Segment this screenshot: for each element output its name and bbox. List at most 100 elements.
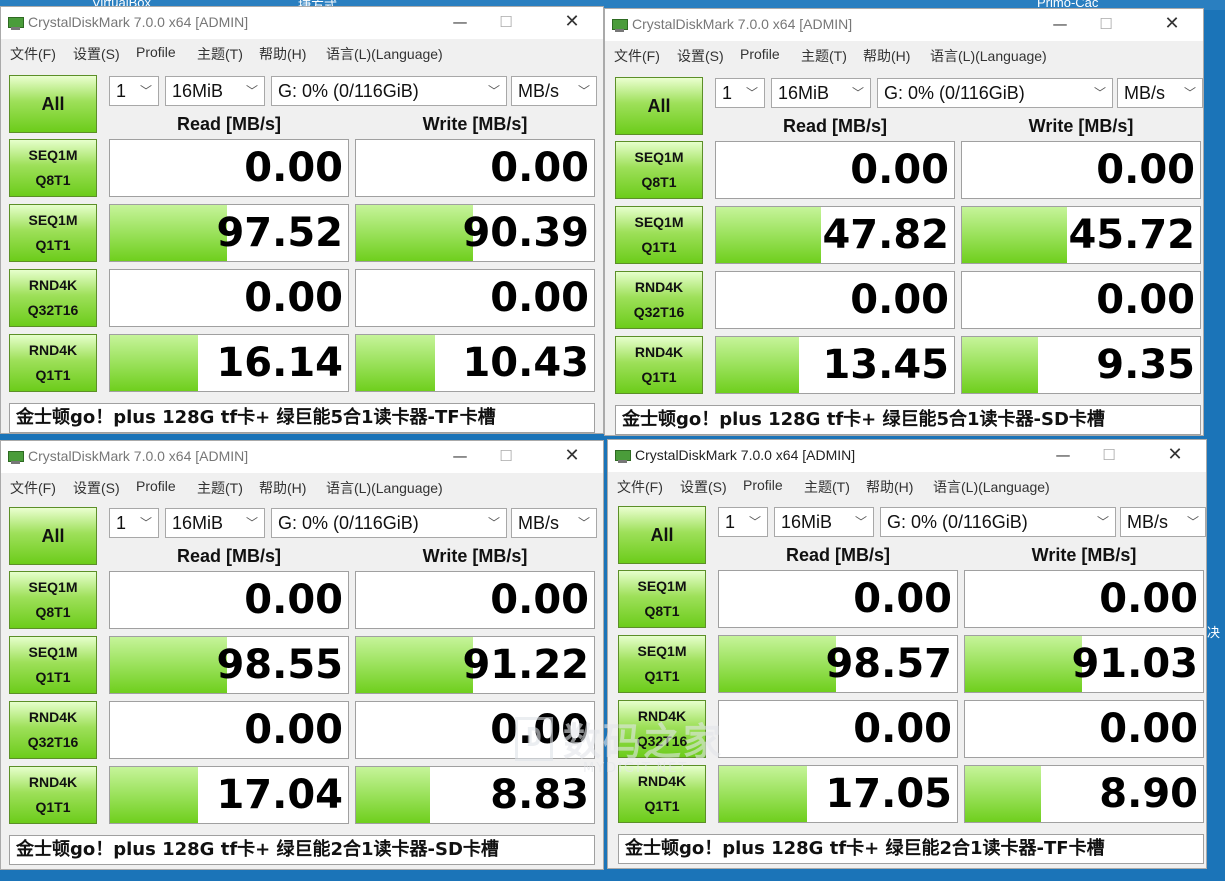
maximize-icon[interactable]: ☐ xyxy=(483,7,529,39)
size-select[interactable]: 16MiB ﹀ xyxy=(165,508,265,538)
test-button[interactable]: SEQ1M Q8T1 xyxy=(9,571,97,629)
chevron-down-icon[interactable]: ﹀ xyxy=(852,84,864,101)
test-button[interactable]: RND4K Q1T1 xyxy=(615,336,703,394)
chevron-down-icon[interactable]: ﹀ xyxy=(749,513,761,530)
maximize-icon[interactable]: ☐ xyxy=(483,441,529,473)
count-select[interactable]: 1 ﹀ xyxy=(718,507,768,537)
chevron-down-icon[interactable]: ﹀ xyxy=(1094,84,1106,101)
unit-select[interactable]: MB/s ﹀ xyxy=(1117,78,1203,108)
menu-item[interactable]: 文件(F) xyxy=(10,44,56,64)
menu-item[interactable]: 帮助(H) xyxy=(866,477,913,497)
chevron-down-icon[interactable]: ﹀ xyxy=(488,514,500,531)
menu-item[interactable]: 设置(S) xyxy=(73,44,120,64)
menu-item[interactable]: Profile xyxy=(740,46,780,62)
test-button[interactable]: SEQ1M Q8T1 xyxy=(615,141,703,199)
all-button[interactable]: All xyxy=(618,506,706,564)
test-button[interactable]: SEQ1M Q8T1 xyxy=(618,570,706,628)
test-button[interactable]: SEQ1M Q8T1 xyxy=(9,139,97,197)
menu-item[interactable]: 文件(F) xyxy=(10,478,56,498)
chevron-down-icon[interactable]: ﹀ xyxy=(1184,84,1196,101)
comment-field[interactable]: 金士顿go！plus 128G tf卡+ 绿巨能5合1读卡器-SD卡槽 xyxy=(615,405,1201,435)
drive-select[interactable]: G: 0% (0/116GiB) ﹀ xyxy=(877,78,1113,108)
title-bar[interactable]: CrystalDiskMark 7.0.0 x64 [ADMIN] — ☐ ✕ xyxy=(605,9,1203,41)
test-button[interactable]: SEQ1M Q1T1 xyxy=(9,204,97,262)
menu-item[interactable]: 语言(L)(Language) xyxy=(933,477,1050,497)
menu-item[interactable]: 文件(F) xyxy=(617,477,663,497)
test-button[interactable]: RND4K Q1T1 xyxy=(9,334,97,392)
count-select[interactable]: 1 ﹀ xyxy=(109,508,159,538)
comment-field[interactable]: 金士顿go！plus 128G tf卡+ 绿巨能2合1读卡器-TF卡槽 xyxy=(618,834,1204,864)
minimize-icon[interactable]: — xyxy=(1037,9,1083,41)
chevron-down-icon[interactable]: ﹀ xyxy=(1097,513,1109,530)
close-icon[interactable]: ✕ xyxy=(1152,440,1198,472)
test-button[interactable]: SEQ1M Q1T1 xyxy=(618,635,706,693)
menu-item[interactable]: Profile xyxy=(136,478,176,494)
test-button[interactable]: RND4K Q32T16 xyxy=(618,700,706,758)
size-select[interactable]: 16MiB ﹀ xyxy=(771,78,871,108)
menu-item[interactable]: 语言(L)(Language) xyxy=(930,46,1047,66)
close-icon[interactable]: ✕ xyxy=(549,441,595,473)
menu-item[interactable]: 语言(L)(Language) xyxy=(326,478,443,498)
chevron-down-icon[interactable]: ﹀ xyxy=(855,513,867,530)
test-button[interactable]: SEQ1M Q1T1 xyxy=(9,636,97,694)
all-button[interactable]: All xyxy=(615,77,703,135)
unit-select[interactable]: MB/s ﹀ xyxy=(511,76,597,106)
minimize-icon[interactable]: — xyxy=(437,7,483,39)
menu-item[interactable]: 设置(S) xyxy=(680,477,727,497)
menu-item[interactable]: 主题(T) xyxy=(804,477,850,497)
drive-select[interactable]: G: 0% (0/116GiB) ﹀ xyxy=(271,76,507,106)
write-result: 0.00 xyxy=(961,271,1201,329)
menu-item[interactable]: 帮助(H) xyxy=(259,44,306,64)
count-select[interactable]: 1 ﹀ xyxy=(109,76,159,106)
menu-item[interactable]: 主题(T) xyxy=(197,44,243,64)
size-select[interactable]: 16MiB ﹀ xyxy=(165,76,265,106)
unit-select[interactable]: MB/s ﹀ xyxy=(511,508,597,538)
menu-item[interactable]: 设置(S) xyxy=(73,478,120,498)
all-button[interactable]: All xyxy=(9,507,97,565)
menu-item[interactable]: 文件(F) xyxy=(614,46,660,66)
maximize-icon[interactable]: ☐ xyxy=(1086,440,1132,472)
chevron-down-icon[interactable]: ﹀ xyxy=(578,82,590,99)
write-progress-bar xyxy=(962,207,1067,263)
maximize-icon[interactable]: ☐ xyxy=(1083,9,1129,41)
all-button[interactable]: All xyxy=(9,75,97,133)
unit-select[interactable]: MB/s ﹀ xyxy=(1120,507,1206,537)
test-button[interactable]: RND4K Q1T1 xyxy=(618,765,706,823)
title-bar[interactable]: CrystalDiskMark 7.0.0 x64 [ADMIN] — ☐ ✕ xyxy=(1,441,603,473)
menu-item[interactable]: 语言(L)(Language) xyxy=(326,44,443,64)
chevron-down-icon[interactable]: ﹀ xyxy=(1187,513,1199,530)
menu-item[interactable]: 帮助(H) xyxy=(863,46,910,66)
menu-item[interactable]: 主题(T) xyxy=(801,46,847,66)
read-result: 98.57 xyxy=(718,635,958,693)
comment-field[interactable]: 金士顿go！plus 128G tf卡+ 绿巨能2合1读卡器-SD卡槽 xyxy=(9,835,595,865)
drive-select[interactable]: G: 0% (0/116GiB) ﹀ xyxy=(880,507,1116,537)
menu-item[interactable]: Profile xyxy=(136,44,176,60)
chevron-down-icon[interactable]: ﹀ xyxy=(246,82,258,99)
menu-item[interactable]: Profile xyxy=(743,477,783,493)
chevron-down-icon[interactable]: ﹀ xyxy=(140,514,152,531)
chevron-down-icon[interactable]: ﹀ xyxy=(746,84,758,101)
minimize-icon[interactable]: — xyxy=(437,441,483,473)
title-bar[interactable]: CrystalDiskMark 7.0.0 x64 [ADMIN] — ☐ ✕ xyxy=(608,440,1206,472)
minimize-icon[interactable]: — xyxy=(1040,440,1086,472)
test-button[interactable]: RND4K Q1T1 xyxy=(9,766,97,824)
test-button[interactable]: RND4K Q32T16 xyxy=(9,701,97,759)
menu-item[interactable]: 主题(T) xyxy=(197,478,243,498)
drive-select[interactable]: G: 0% (0/116GiB) ﹀ xyxy=(271,508,507,538)
test-button[interactable]: RND4K Q32T16 xyxy=(615,271,703,329)
menu-item[interactable]: 帮助(H) xyxy=(259,478,306,498)
count-select[interactable]: 1 ﹀ xyxy=(715,78,765,108)
title-bar[interactable]: CrystalDiskMark 7.0.0 x64 [ADMIN] — ☐ ✕ xyxy=(1,7,603,39)
close-icon[interactable]: ✕ xyxy=(549,7,595,39)
chevron-down-icon[interactable]: ﹀ xyxy=(488,82,500,99)
chevron-down-icon[interactable]: ﹀ xyxy=(578,514,590,531)
close-icon[interactable]: ✕ xyxy=(1149,9,1195,41)
size-select[interactable]: 16MiB ﹀ xyxy=(774,507,874,537)
test-button[interactable]: SEQ1M Q1T1 xyxy=(615,206,703,264)
comment-field[interactable]: 金士顿go！plus 128G tf卡+ 绿巨能5合1读卡器-TF卡槽 xyxy=(9,403,595,433)
chevron-down-icon[interactable]: ﹀ xyxy=(246,514,258,531)
chevron-down-icon[interactable]: ﹀ xyxy=(140,82,152,99)
desktop-icon-label[interactable]: 决 xyxy=(1207,622,1220,641)
menu-item[interactable]: 设置(S) xyxy=(677,46,724,66)
test-button[interactable]: RND4K Q32T16 xyxy=(9,269,97,327)
